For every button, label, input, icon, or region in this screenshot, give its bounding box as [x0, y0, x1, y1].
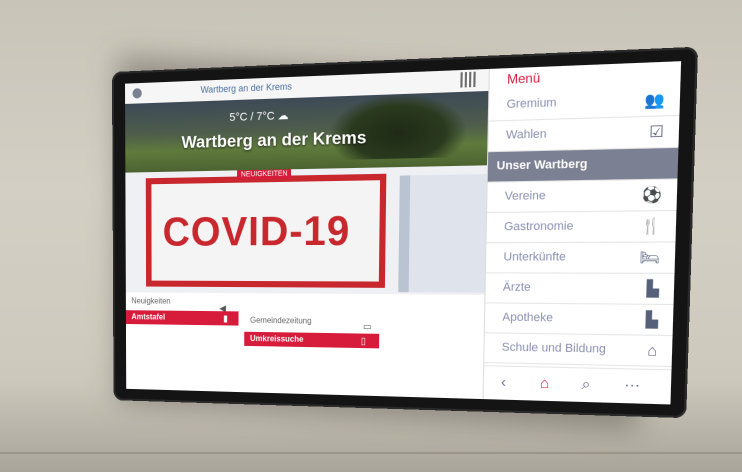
menu-item-unser-wartberg[interactable]: Unser Wartberg	[487, 147, 680, 183]
hero-banner: 5°C / 7°C ☁ Wartberg an der Krems	[125, 90, 489, 173]
weather-readout: 5°C / 7°C ☁	[229, 109, 289, 125]
more-icon[interactable]: ⋯	[624, 376, 640, 395]
menu-item-gastronomie[interactable]: Gastronomie 🍴	[486, 211, 678, 244]
menu-item-label: Apotheke	[502, 311, 554, 325]
logo-icon[interactable]	[132, 88, 142, 99]
search-icon[interactable]: ⌕	[582, 375, 591, 394]
document-icon: ▮	[223, 313, 228, 324]
news-badge: NEUIGKEITEN	[237, 169, 292, 180]
menu-item-aerzte[interactable]: Ärzte ▙	[485, 273, 676, 306]
back-icon[interactable]: ‹	[501, 373, 506, 390]
tile-caption-right: Gemeindezeitung	[250, 315, 312, 326]
tile-caption-left: Neuigkeiten	[131, 296, 171, 306]
skirting-line	[0, 452, 742, 454]
wall-tablet: Wartberg an der Krems 5°C / 7°C ☁ Wartbe…	[112, 46, 699, 419]
preview-strip	[398, 175, 411, 293]
newspaper-icon: ▭	[362, 321, 372, 332]
map-icon: ▯	[360, 335, 366, 347]
quick-tiles: Neuigkeiten ◀ Amtstafel ▮ Gemeindezeitun…	[125, 292, 485, 400]
covid-image-text: COVID-19	[162, 208, 351, 255]
soccer-ball-icon: ⚽	[641, 185, 663, 204]
menu-item-unterkuenfte[interactable]: Unterkünfte 🛏	[485, 242, 677, 274]
tablet-screen: Wartberg an der Krems 5°C / 7°C ☁ Wartbe…	[125, 61, 682, 405]
factory-icon: ▙	[645, 310, 659, 329]
news-carousel[interactable]: COVID-19 NEUIGKEITEN	[125, 165, 487, 295]
bottom-nav: ‹ ⌂ ⌕ ⋯	[483, 365, 673, 405]
menu-item-wahlen[interactable]: Wahlen ☑	[488, 115, 681, 153]
covid-news-image[interactable]: COVID-19	[145, 173, 387, 288]
menu-item-label: Vereine	[504, 189, 546, 204]
hero-trees	[330, 91, 467, 161]
menu-item-vereine[interactable]: Vereine ⚽	[487, 179, 679, 214]
ballot-icon: ☑	[648, 122, 665, 141]
menu-item-label: Schule und Bildung	[501, 341, 607, 356]
next-news-preview[interactable]	[398, 174, 487, 293]
top-bar-title: Wartberg an der Krems	[200, 81, 292, 96]
menu-item-label: Ärzte	[502, 280, 531, 295]
home-icon[interactable]: ⌂	[540, 374, 550, 391]
umkreissuche-button[interactable]: Umkreissuche	[244, 331, 380, 349]
menu-title: Menü	[506, 70, 541, 87]
menu-item-label: Unser Wartberg	[496, 157, 588, 173]
menu-item-schule-und-bildung[interactable]: Schule und Bildung ⌂	[484, 333, 674, 368]
amtstafel-button[interactable]: Amtstafel	[125, 310, 239, 326]
bed-icon: 🛏	[639, 248, 661, 267]
group-icon: 👥	[644, 90, 666, 110]
menu-item-label: Gastronomie	[503, 219, 574, 234]
cutlery-icon: 🍴	[640, 216, 662, 235]
menu-item-apotheke[interactable]: Apotheke ▙	[484, 303, 675, 337]
town-name: Wartberg an der Krems	[181, 127, 367, 153]
menu-item-label: Unterkünfte	[503, 250, 567, 264]
menu-item-label: Gremium	[506, 96, 557, 112]
menu-item-label: Wahlen	[505, 127, 547, 142]
qr-code-icon[interactable]	[460, 71, 476, 88]
factory-icon: ▙	[646, 279, 660, 298]
school-icon: ⌂	[647, 341, 658, 360]
side-menu: Menü Gremium 👥 Wahlen ☑ Unser Wartberg V…	[482, 61, 682, 405]
